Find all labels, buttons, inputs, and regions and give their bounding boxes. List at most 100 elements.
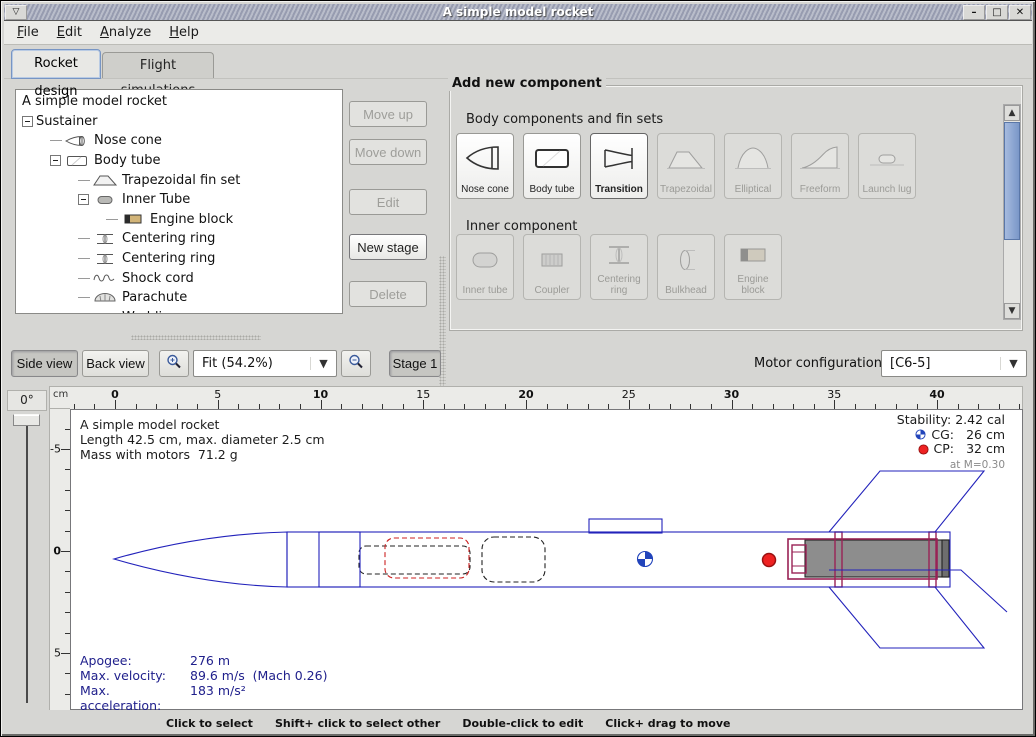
- info-line: Mass with motors 71.2 g: [80, 447, 325, 462]
- tree-item-wadding[interactable]: Wadding: [16, 308, 342, 314]
- minimize-button[interactable]: –: [963, 5, 985, 20]
- stage-1-toggle[interactable]: Stage 1: [389, 350, 441, 377]
- add-trapezoidal-button[interactable]: Trapezoidal: [657, 133, 715, 199]
- window-menu-icon[interactable]: ▽: [5, 5, 27, 20]
- centering-ring-icon: [92, 232, 118, 246]
- chevron-down-icon: ▼: [1000, 357, 1026, 370]
- add-engine-block-button[interactable]: Engine block: [724, 234, 782, 300]
- ruler-tick: [834, 400, 835, 409]
- menu-item-edit[interactable]: Edit: [48, 22, 91, 43]
- tree-item-label: Engine block: [150, 212, 233, 227]
- tree-expander-icon[interactable]: [78, 194, 89, 205]
- flight-stat-label: Max. acceleration:: [80, 683, 190, 713]
- delete-button[interactable]: Delete: [349, 281, 427, 307]
- tree-expander-icon[interactable]: [22, 116, 33, 127]
- rocket-info-text: A simple model rocketLength 42.5 cm, max…: [80, 417, 325, 462]
- new-stage-button[interactable]: New stage: [349, 234, 427, 260]
- scrollbar-up-icon[interactable]: ▲: [1004, 105, 1020, 121]
- rocket-canvas[interactable]: A simple model rocketLength 42.5 cm, max…: [70, 409, 1023, 710]
- flight-stat: Apogee:276 m: [80, 653, 327, 668]
- rotation-slider-track: [26, 417, 28, 703]
- fin-bottom[interactable]: [829, 587, 984, 648]
- add-body-tube-button[interactable]: Body tube: [523, 133, 581, 199]
- tree-item-label: Inner Tube: [122, 192, 190, 207]
- component-tree[interactable]: A simple model rocketSustainerNose coneB…: [15, 89, 343, 314]
- menu-item-analyze[interactable]: Analyze: [91, 22, 160, 43]
- add-coupler-button[interactable]: Coupler: [523, 234, 581, 300]
- stability-value: Stability: 2.42 cal: [897, 413, 1005, 428]
- tree-item-label: Centering ring: [122, 251, 215, 266]
- tree-expander-icon[interactable]: [50, 155, 61, 166]
- horizontal-splitter[interactable]: [131, 335, 261, 340]
- component-row: Nose coneBody tubeTransitionTrapezoidalE…: [456, 133, 916, 199]
- add-bulkhead-button[interactable]: Bulkhead: [657, 234, 715, 300]
- engine-block-icon: [731, 235, 775, 274]
- ruler-tick: [218, 400, 219, 409]
- shock-cord-outline[interactable]: [359, 546, 470, 574]
- add-launch-lug-button[interactable]: Launch lug: [858, 133, 916, 199]
- motor-configuration-select[interactable]: [C6-5] ▼: [881, 350, 1027, 377]
- component-button-label: Centering ring: [591, 274, 647, 296]
- add-centering-ring-button[interactable]: Centering ring: [590, 234, 648, 300]
- title-bar: ▽ A simple model rocket – □ ✕: [4, 4, 1032, 21]
- motor[interactable]: [805, 540, 949, 577]
- add-inner-tube-button[interactable]: Inner tube: [456, 234, 514, 300]
- zoom-out-button[interactable]: [341, 350, 371, 377]
- side-view-button[interactable]: Side view: [11, 350, 78, 377]
- edit-button[interactable]: Edit: [349, 189, 427, 215]
- scrollbar-thumb[interactable]: [1004, 122, 1020, 240]
- tree-item-centering-ring[interactable]: Centering ring: [16, 249, 342, 269]
- recovery-device-outline[interactable]: [385, 538, 469, 578]
- tree-item-centering-ring[interactable]: Centering ring: [16, 229, 342, 249]
- flight-stat-value: 183 m/s²: [190, 683, 246, 713]
- tree-item-trapezoidal-fin-set[interactable]: Trapezoidal fin set: [16, 170, 342, 190]
- tree-item-label: Centering ring: [122, 231, 215, 246]
- parachute-icon: [92, 291, 118, 305]
- ruler-label: 30: [724, 388, 739, 401]
- coupler-icon: [530, 235, 574, 285]
- launch-lug-shape[interactable]: [589, 519, 662, 533]
- back-view-button[interactable]: Back view: [82, 350, 149, 377]
- tree-item-nose-cone[interactable]: Nose cone: [16, 131, 342, 151]
- add-transition-button[interactable]: Transition: [590, 133, 648, 199]
- tree-item-engine-block[interactable]: Engine block: [16, 210, 342, 230]
- tree-item-parachute[interactable]: Parachute: [16, 288, 342, 308]
- launch-lug-icon: [865, 134, 909, 184]
- move-up-button[interactable]: Move up: [349, 101, 427, 127]
- tree-item-body-tube[interactable]: Body tube: [16, 151, 342, 171]
- add-freeform-button[interactable]: Freeform: [791, 133, 849, 199]
- tree-item-sustainer[interactable]: Sustainer: [16, 112, 342, 132]
- ruler-tick: [61, 449, 70, 450]
- engine-block-outline[interactable]: [792, 545, 806, 573]
- tab-flight-simulations[interactable]: Flight simulations: [102, 52, 214, 79]
- move-down-button[interactable]: Move down: [349, 139, 427, 165]
- tree-item-inner-tube[interactable]: Inner Tube: [16, 190, 342, 210]
- parachute-outline[interactable]: [482, 537, 545, 582]
- ruler-label: 5: [214, 388, 221, 401]
- info-line: Length 42.5 cm, max. diameter 2.5 cm: [80, 432, 325, 447]
- body-tube-icon: [530, 134, 574, 184]
- tree-item-label: Parachute: [122, 290, 187, 305]
- tab-rocket-design[interactable]: Rocket design: [11, 49, 101, 79]
- add-component-panel: Add new component Body components and fi…: [449, 85, 1023, 331]
- component-panel-scrollbar[interactable]: ▲ ▼: [1003, 104, 1021, 320]
- tree-item-shock-cord[interactable]: Shock cord: [16, 268, 342, 288]
- status-hint: Double-click to edit: [462, 717, 583, 730]
- window-title: A simple model rocket: [4, 5, 1032, 19]
- zoom-in-button[interactable]: [159, 350, 189, 377]
- scrollbar-down-icon[interactable]: ▼: [1004, 303, 1020, 319]
- zoom-level-select[interactable]: Fit (54.2%) ▼: [193, 350, 337, 377]
- inner-tube-icon: [92, 193, 118, 207]
- add-elliptical-button[interactable]: Elliptical: [724, 133, 782, 199]
- menu-item-file[interactable]: File: [8, 22, 48, 43]
- close-button[interactable]: ✕: [1009, 5, 1031, 20]
- add-nose-cone-button[interactable]: Nose cone: [456, 133, 514, 199]
- cg-value: 26 cm: [959, 428, 1005, 443]
- fin-top[interactable]: [829, 471, 984, 532]
- ruler-label: 40: [929, 388, 944, 401]
- ruler-tick: [115, 400, 116, 409]
- menu-item-help[interactable]: Help: [160, 22, 208, 43]
- rotation-slider-handle[interactable]: [13, 414, 40, 426]
- maximize-button[interactable]: □: [986, 5, 1008, 20]
- nose-cone-shape[interactable]: [114, 532, 287, 587]
